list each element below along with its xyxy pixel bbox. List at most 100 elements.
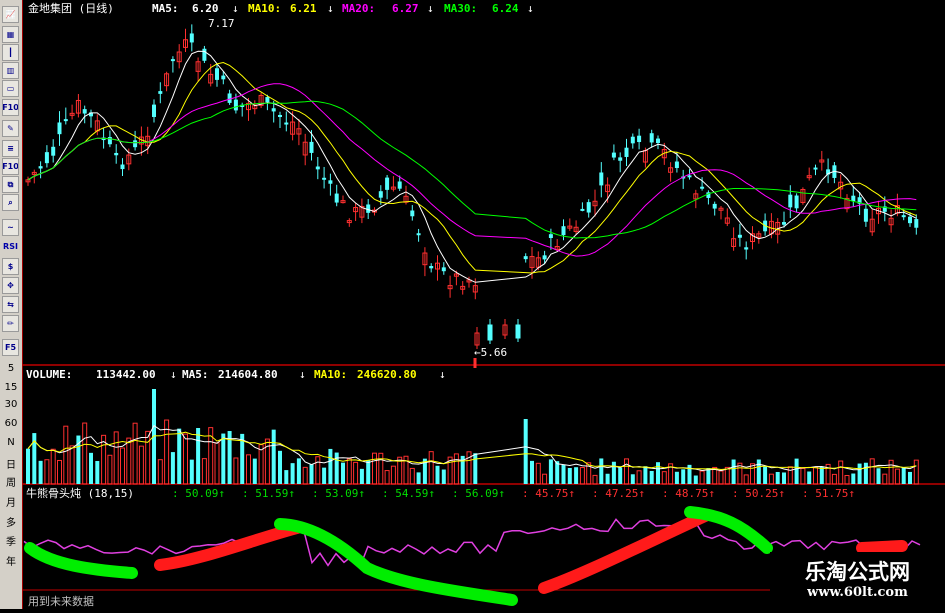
toolbar-move-button[interactable]: ✥ [2,277,19,294]
volume-bar [416,472,421,484]
volume-bar [869,458,875,485]
period-5-button[interactable]: 日 [0,456,22,471]
ma10-arrow: ↓ [327,2,334,15]
toolbar-f10-button[interactable]: F10 [2,99,19,116]
indicator-value-3: : 54.59↑ [382,487,435,500]
period-3-button[interactable]: 60 [0,418,22,429]
period-4-button[interactable]: N [0,437,22,448]
indicator-values: : 50.09↑: 51.59↑: 53.09↑: 54.59↑: 56.09↑… [172,487,855,500]
period-7-button[interactable]: 月 [0,494,22,509]
toolbar-table-button[interactable]: ▦ [2,26,19,43]
toolbar-rsi-button[interactable]: RSI [2,238,19,255]
toolbar-f5-button[interactable]: F5 [2,339,19,356]
candle-body-down [271,108,276,112]
volume-bar [233,457,239,485]
toolbar-ta-button[interactable]: ~ [2,219,19,236]
volume-bar [567,467,572,484]
volume-ma10-value: 246620.80 [357,368,417,381]
period-10-button[interactable]: 年 [0,553,22,568]
candle-body-down [515,324,521,339]
site-watermark: 乐淘公式网 www.60lt.com [770,552,945,609]
volume-bar [699,470,705,485]
candle-body-down [624,147,629,157]
period-1-button[interactable]: 15 [0,382,22,393]
toolbar-switch-button[interactable]: ⇆ [2,296,19,313]
candle-body-down [700,186,705,189]
volume-bar [731,459,736,484]
volume-bar [38,460,43,484]
volume-bar [782,472,786,484]
toolbar-line-chart-button[interactable]: 📈 [2,6,19,23]
volume-bar [50,448,56,485]
volume-bar [548,459,553,484]
period-0-button[interactable]: 5 [0,363,22,374]
volume-bar [724,466,730,485]
volume-bar [838,460,844,485]
ma10-value: 6.21 [290,2,317,15]
volume-bar [378,452,384,485]
volume-bar [894,468,900,485]
candle-body-down [863,208,868,222]
toolbar-dollar-button[interactable]: $ [2,258,19,275]
candle-body-down [158,91,163,94]
volume-bar [315,456,321,485]
period-8-button[interactable]: 多 [0,514,22,529]
volume-bar [882,473,888,485]
candle-body-down [429,266,434,269]
toolbar-layers-button[interactable]: ≡ [2,140,19,157]
volume-bar [643,466,648,484]
candle-body-down [378,191,383,198]
volume-bar [189,459,194,484]
candle-body-down [782,222,786,225]
volume-ma10-label: MA10: [314,368,347,381]
period-2-button[interactable]: 30 [0,399,22,410]
volume-bar [113,431,119,485]
ma-lines-layer [27,50,917,283]
volume-bar [359,468,364,484]
volume-bar [366,460,371,484]
toolbar-kline-button[interactable]: ┃ [2,44,19,61]
candle-body-down [523,256,528,260]
toolbar-compare-button[interactable]: ⧉ [2,176,19,193]
volume-bar [132,422,138,485]
volume-bar [372,452,377,485]
toolbar-pencil-button[interactable]: ✏ [2,315,19,332]
indicator-value-8: : 50.25↑ [732,487,785,500]
candle-body-down [542,255,547,260]
footer-note: 用到未来数据 [28,595,94,608]
ma20-line [27,83,917,257]
candle-body-down [487,324,493,341]
candle-body-down [901,215,906,218]
candle-body-down [548,234,553,239]
volume-bar [561,464,566,484]
volume-bar [768,473,774,485]
volume-bar [813,466,818,485]
period-9-button[interactable]: 季 [0,533,22,548]
volume-bar [89,452,93,484]
volume-bar [763,466,768,484]
candle-body-down [561,226,566,236]
watermark-url: www.60lt.com [807,585,908,600]
candle-body-down [914,219,919,228]
toolbar-note-button[interactable]: ✎ [2,120,19,137]
volume-bar [693,475,698,484]
toolbar-search-button[interactable]: ⌕ [2,194,19,211]
volume-bar [69,445,75,485]
toolbar-f10b-button[interactable]: F10 [2,158,19,175]
period-6-button[interactable]: 周 [0,474,22,489]
stock-chart-svg: 金地集团 (日线) MA5: 6.20 ↓ MA10: 6.21 ↓ MA20:… [21,0,945,609]
toolbar-window-button[interactable]: ▭ [2,80,19,97]
bear-segment [538,509,713,594]
toolbar-bar-button[interactable]: ▥ [2,62,19,79]
candle-body-down [586,202,591,213]
ma30-line [27,100,917,239]
volume-bar [278,450,282,484]
candle-body-down [233,99,238,111]
ma20-label: MA20: [342,2,375,15]
volume-bar [346,458,352,485]
volume-bar [334,452,339,484]
volume-bar [328,448,333,484]
indicator-value-0: : 50.09↑ [172,487,225,500]
volume-bar [290,463,295,484]
candle-body-down [44,152,49,164]
